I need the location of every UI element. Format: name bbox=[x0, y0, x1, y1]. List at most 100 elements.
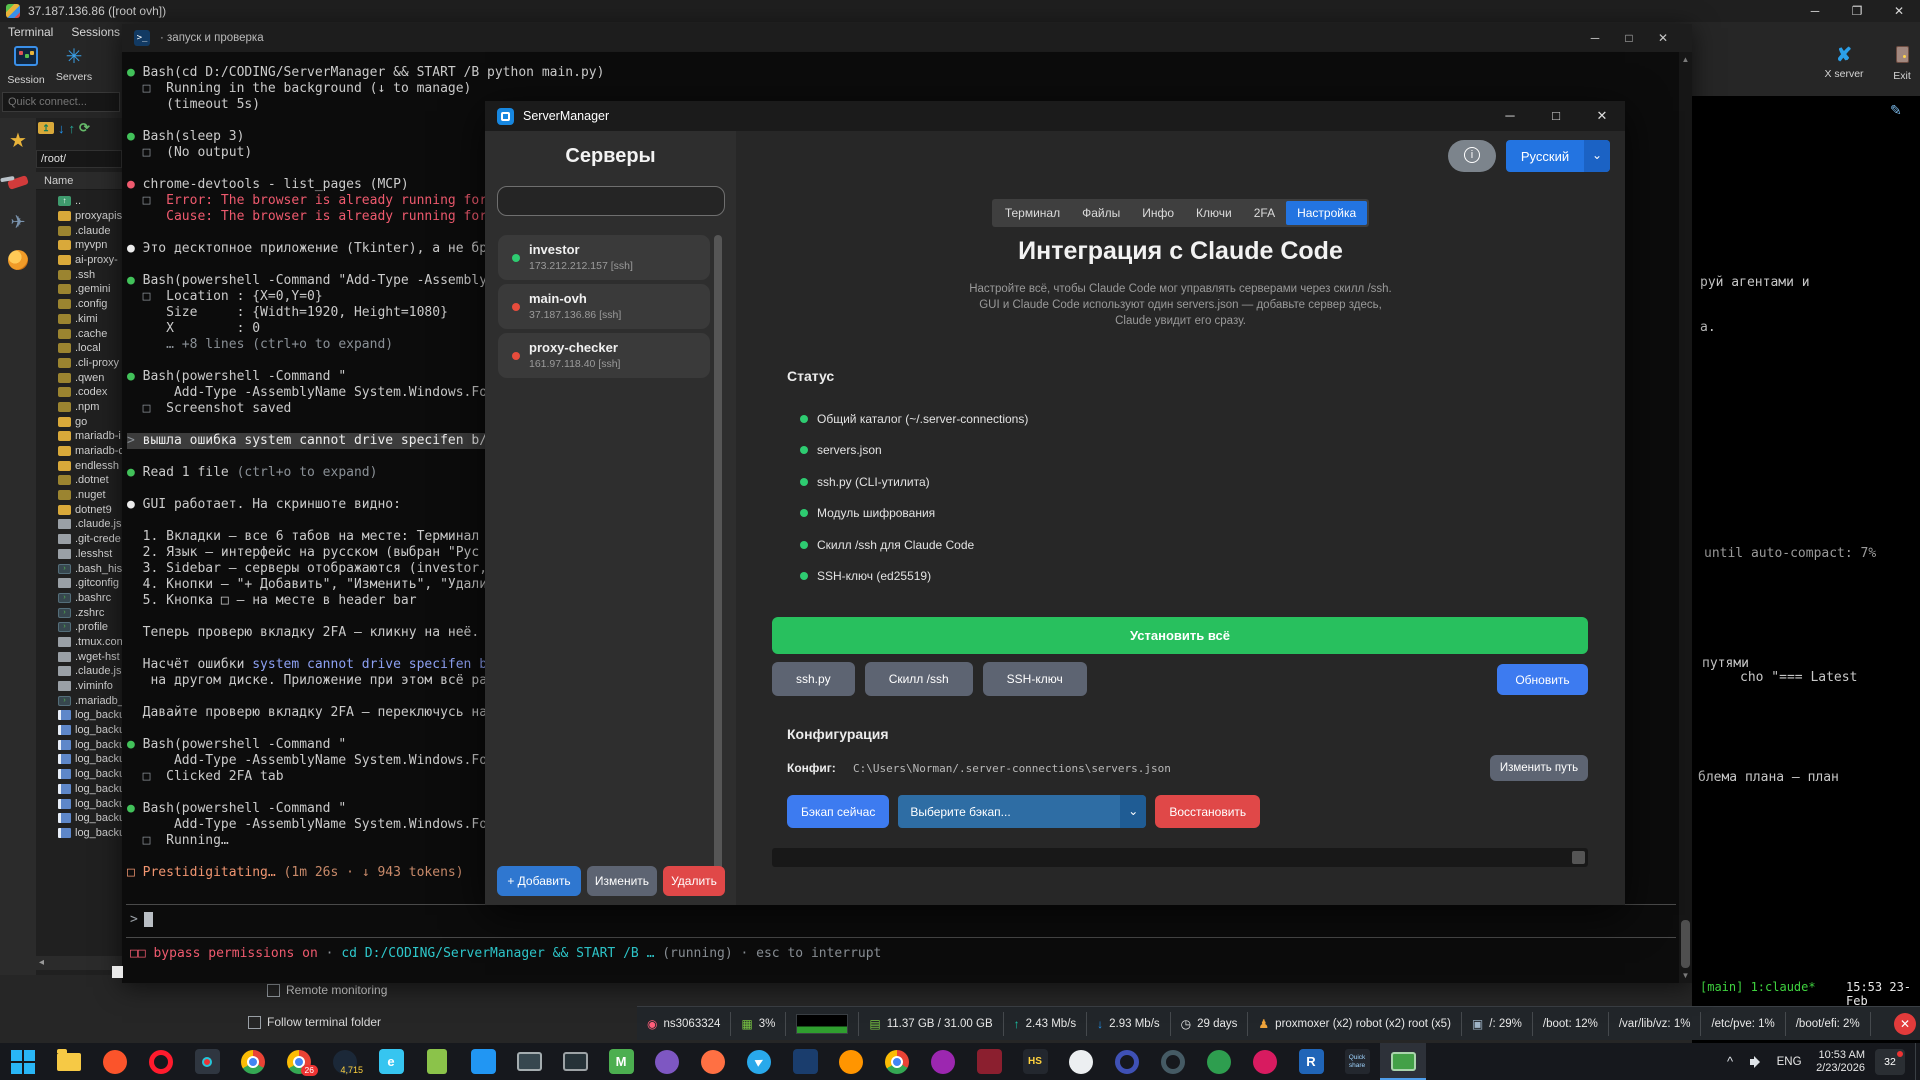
mobaxterm[interactable]: M bbox=[598, 1043, 644, 1080]
opera-browser[interactable] bbox=[138, 1043, 184, 1080]
file-row[interactable]: .lesshst bbox=[36, 547, 122, 562]
close-icon[interactable]: ✕ bbox=[1646, 24, 1680, 52]
file-row[interactable]: proxyapis bbox=[36, 209, 122, 224]
minimize-icon[interactable]: ─ bbox=[1578, 24, 1612, 52]
minimize-icon[interactable]: ─ bbox=[1487, 101, 1533, 131]
server-card[interactable]: investor 173.212.212.157 [ssh] bbox=[498, 235, 710, 280]
scroll-down-icon[interactable]: ▼ bbox=[1679, 971, 1692, 980]
refresh-button[interactable]: Обновить bbox=[1497, 664, 1588, 695]
file-row[interactable]: log_backu bbox=[36, 737, 122, 752]
file-row[interactable]: › .mariadb_ bbox=[36, 693, 122, 708]
file-row[interactable]: .ssh bbox=[36, 267, 122, 282]
notification-badge[interactable]: 32 bbox=[1875, 1048, 1905, 1075]
camera-app[interactable] bbox=[1104, 1043, 1150, 1080]
servers-button[interactable]: ✳ Servers bbox=[50, 46, 98, 83]
file-row[interactable]: log_backu bbox=[36, 782, 122, 797]
file-row[interactable]: .claude bbox=[36, 223, 122, 238]
file-row[interactable]: .claude.js bbox=[36, 664, 122, 679]
file-row[interactable]: .qwen bbox=[36, 370, 122, 385]
rstudio[interactable]: R bbox=[1288, 1043, 1334, 1080]
server-card[interactable]: main-ovh 37.187.136.86 [ssh] bbox=[498, 284, 710, 329]
file-row[interactable]: ai-proxy- bbox=[36, 253, 122, 268]
session-button[interactable]: Session bbox=[2, 46, 50, 86]
minimize-icon[interactable]: ─ bbox=[1794, 0, 1836, 22]
file-row[interactable]: .claude.js bbox=[36, 517, 122, 532]
x-server-button[interactable]: ✘ X server bbox=[1818, 46, 1870, 81]
notepad-plus[interactable] bbox=[414, 1043, 460, 1080]
quick-share[interactable]: Quick share bbox=[1334, 1043, 1380, 1080]
refresh-icon[interactable]: ⟳ bbox=[79, 120, 90, 136]
tab-2fa[interactable]: 2FA bbox=[1243, 201, 1286, 225]
scrollbar-thumb[interactable] bbox=[1572, 851, 1585, 864]
file-row[interactable]: › .profile bbox=[36, 620, 122, 635]
vscode[interactable] bbox=[460, 1043, 506, 1080]
file-row[interactable]: .config bbox=[36, 297, 122, 312]
tools-tab[interactable] bbox=[0, 174, 36, 192]
file-row[interactable]: go bbox=[36, 414, 122, 429]
file-row[interactable]: .wget-hst bbox=[36, 649, 122, 664]
file-explorer[interactable] bbox=[46, 1043, 92, 1080]
purple-app[interactable] bbox=[644, 1043, 690, 1080]
brave-browser[interactable] bbox=[92, 1043, 138, 1080]
install-all-button[interactable]: Установить всё bbox=[772, 617, 1588, 654]
scroll-up-icon[interactable]: ▲ bbox=[1679, 55, 1692, 64]
edge-browser[interactable]: e bbox=[368, 1043, 414, 1080]
volume-icon[interactable] bbox=[1750, 1055, 1767, 1068]
pencil-icon[interactable]: ✎ bbox=[1890, 102, 1902, 119]
file-row[interactable]: .codex bbox=[36, 385, 122, 400]
chrome-2[interactable] bbox=[874, 1043, 920, 1080]
component-button[interactable]: SSH-ключ bbox=[982, 662, 1087, 696]
language-indicator[interactable]: ENG bbox=[1772, 1056, 1806, 1068]
file-row[interactable]: .nuget bbox=[36, 488, 122, 503]
green-app[interactable] bbox=[1196, 1043, 1242, 1080]
pink-app[interactable] bbox=[1242, 1043, 1288, 1080]
darkred-app[interactable] bbox=[966, 1043, 1012, 1080]
close-statusbar-button[interactable]: ✕ bbox=[1894, 1012, 1916, 1035]
checkbox-icon[interactable] bbox=[267, 983, 280, 997]
sessions-tab[interactable]: ✈ bbox=[0, 212, 36, 233]
file-row[interactable]: .gemini bbox=[36, 282, 122, 297]
file-row[interactable]: log_backu bbox=[36, 752, 122, 767]
chrome-browser[interactable] bbox=[230, 1043, 276, 1080]
darts-app[interactable] bbox=[184, 1043, 230, 1080]
taskbar-clock[interactable]: 10:53 AM 2/23/2026 bbox=[1806, 1049, 1875, 1075]
file-row[interactable]: .gitconfig bbox=[36, 576, 122, 591]
file-row[interactable]: › .bash_his bbox=[36, 561, 122, 576]
backup-select-dropdown[interactable]: Выберите бэкап... ⌄ bbox=[898, 795, 1147, 828]
download-icon[interactable]: ↓ bbox=[58, 121, 65, 136]
obs-app[interactable] bbox=[1150, 1043, 1196, 1080]
file-row[interactable]: log_backu bbox=[36, 708, 122, 723]
file-row[interactable]: log_backu bbox=[36, 767, 122, 782]
monitor-app[interactable] bbox=[506, 1043, 552, 1080]
terminal-prompt[interactable]: > bbox=[130, 912, 153, 927]
tab-ключи[interactable]: Ключи bbox=[1185, 201, 1243, 225]
change-path-button[interactable]: Изменить путь bbox=[1490, 755, 1588, 781]
maximize-icon[interactable]: □ bbox=[1612, 24, 1646, 52]
file-row[interactable]: ↑.. bbox=[36, 194, 122, 209]
file-row[interactable]: dotnet9 bbox=[36, 502, 122, 517]
file-row[interactable]: .dotnet bbox=[36, 473, 122, 488]
quick-connect-input[interactable] bbox=[2, 92, 120, 112]
favorites-tab[interactable]: ★ bbox=[0, 128, 36, 153]
file-row[interactable]: .cache bbox=[36, 326, 122, 341]
telegram[interactable]: ▶ bbox=[736, 1043, 782, 1080]
info-button[interactable]: i bbox=[1448, 140, 1496, 172]
tab-инфо[interactable]: Инфо bbox=[1131, 201, 1185, 225]
restore-icon[interactable]: ❐ bbox=[1836, 0, 1878, 22]
show-desktop-button[interactable] bbox=[1915, 1043, 1920, 1080]
close-icon[interactable]: ✕ bbox=[1579, 101, 1625, 131]
file-row[interactable]: .npm bbox=[36, 400, 122, 415]
terminal-scrollbar[interactable]: ▲ ▼ bbox=[1679, 52, 1692, 983]
file-row[interactable]: log_backu bbox=[36, 723, 122, 738]
active-display-app[interactable] bbox=[1380, 1043, 1426, 1080]
hs-app[interactable]: HS bbox=[1012, 1043, 1058, 1080]
language-dropdown[interactable]: Русский ⌄ bbox=[1506, 140, 1610, 172]
sftp-horizontal-scrollbar[interactable]: ◂ bbox=[36, 956, 122, 970]
terminal-app[interactable] bbox=[552, 1043, 598, 1080]
follow-terminal-folder-checkbox[interactable]: Follow terminal folder bbox=[248, 1015, 381, 1029]
file-row[interactable]: log_backu bbox=[36, 811, 122, 826]
terminal-titlebar[interactable]: >_ · запуск и проверка ─ □ ✕ bbox=[122, 24, 1692, 52]
delete-server-button[interactable]: Удалить bbox=[663, 866, 725, 896]
maximize-icon[interactable]: □ bbox=[1533, 101, 1579, 131]
firefox[interactable] bbox=[828, 1043, 874, 1080]
